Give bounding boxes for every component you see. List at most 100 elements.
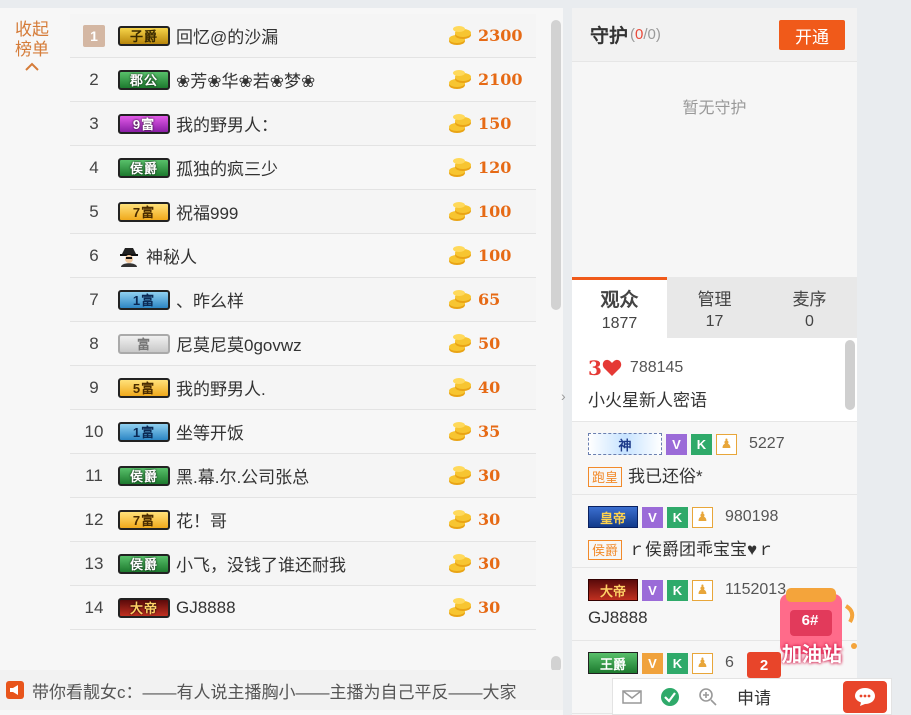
- ticker-bar: 带你看靓女c：——有人说主播胸小——主播为自己平反——大家: [0, 670, 563, 710]
- audience-item[interactable]: 3 788145 小火星新人密语: [572, 338, 857, 422]
- promo-number: 6#: [801, 612, 819, 629]
- score: 120: [478, 158, 512, 177]
- ranking-panel: 收起 榜单 1 子爵 回忆@的沙漏 2300 2 郡公 ❀芳❀华❀若❀梦❀ 2100 3 9富 我的…: [0, 8, 566, 715]
- ranking-row[interactable]: 1 子爵 回忆@的沙漏 2300: [70, 14, 536, 58]
- user-name[interactable]: 孤独的疯三少: [176, 155, 448, 180]
- score: 30: [478, 554, 501, 573]
- score: 30: [478, 466, 501, 485]
- ranking-row[interactable]: 10 1富 坐等开饭 35: [70, 410, 536, 454]
- check-circle-icon[interactable]: [651, 678, 689, 715]
- k-badge-icon: K: [667, 579, 688, 601]
- user-name[interactable]: 、昨么样: [176, 287, 448, 312]
- collapse-label-2: 榜单: [15, 40, 49, 59]
- user-icon: ♟: [692, 579, 713, 601]
- score: 40: [478, 378, 501, 397]
- ranking-row[interactable]: 7 1富 、昨么样 65: [70, 278, 536, 322]
- rank-number: 5: [89, 201, 99, 221]
- score: 50: [478, 334, 501, 353]
- rank-number: 13: [84, 553, 104, 573]
- ranking-row[interactable]: 2 郡公 ❀芳❀华❀若❀梦❀ 2100: [70, 58, 536, 102]
- user-name[interactable]: 小飞，没钱了谁还耐我: [176, 551, 448, 576]
- audience-item[interactable]: 神 V K ♟ 5227 跑皇 我已还俗*: [572, 422, 857, 495]
- mystery-user-icon: [118, 245, 140, 267]
- apply-button[interactable]: 申请: [737, 684, 843, 709]
- megaphone-icon: [6, 681, 24, 699]
- mail-icon[interactable]: [613, 678, 651, 715]
- open-guard-button[interactable]: 开通: [779, 20, 845, 50]
- user-icon: ♟: [716, 433, 737, 455]
- audience-scrollbar[interactable]: [845, 340, 855, 410]
- coin-icon: [448, 157, 472, 179]
- ticker-text: 带你看靓女c：——有人说主播胸小——主播为自己平反——大家: [32, 682, 517, 702]
- audience-id: 6: [725, 654, 734, 671]
- ranking-row[interactable]: 6 神秘人 100: [70, 234, 536, 278]
- collapse-ranking-button[interactable]: 收起 榜单: [10, 20, 54, 72]
- ranking-row[interactable]: 4 侯爵 孤独的疯三少 120: [70, 146, 536, 190]
- ranking-scrollbar[interactable]: [551, 20, 561, 310]
- rank-badge: 郡公: [118, 69, 170, 90]
- rank-number: 9: [89, 377, 99, 397]
- vip-icon: V: [666, 433, 687, 455]
- tab-mic-queue-label: 麦序: [792, 290, 827, 309]
- heart-icon: [602, 359, 622, 376]
- user-name[interactable]: 回忆@的沙漏: [176, 23, 448, 48]
- user-name[interactable]: 坐等开饭: [176, 419, 448, 444]
- rank-badge: 侯爵: [118, 553, 170, 574]
- score: 150: [478, 114, 512, 133]
- chevron-right-icon[interactable]: ›: [561, 388, 566, 404]
- score: 65: [478, 290, 501, 309]
- user-name[interactable]: 黑.幕.尔.公司张总: [176, 463, 448, 488]
- rank-number: 3: [89, 113, 99, 133]
- rank-badge: 5富: [118, 377, 170, 398]
- rank-number: 2: [89, 69, 99, 89]
- chevron-up-icon: [25, 62, 39, 71]
- tab-admin[interactable]: 管理 17: [667, 277, 762, 338]
- user-name[interactable]: ❀芳❀华❀若❀梦❀: [176, 67, 448, 92]
- ranking-row[interactable]: 8 富尼莫尼莫0govwz 50: [70, 322, 536, 366]
- rank-badge: 侯爵: [118, 157, 170, 178]
- coin-icon: [448, 553, 472, 575]
- tab-audience[interactable]: 观众 1877: [572, 277, 667, 338]
- audience-message-row: 跑皇 我已还俗*: [588, 462, 841, 487]
- notification-badge[interactable]: 2: [747, 652, 781, 678]
- ranking-row[interactable]: 3 9富 我的野男人： 150: [70, 102, 536, 146]
- ranking-row[interactable]: 11 侯爵 黑.幕.尔.公司张总 30: [70, 454, 536, 498]
- user-name[interactable]: 尼莫尼莫0govwz: [176, 331, 448, 356]
- title-tag: 跑皇: [588, 466, 623, 487]
- coin-icon: [448, 289, 472, 311]
- rank-badge: 大帝: [588, 579, 638, 601]
- ranking-list: 1 子爵 回忆@的沙漏 2300 2 郡公 ❀芳❀华❀若❀梦❀ 2100 3 9富 我的野男人： 15…: [70, 14, 536, 630]
- ranking-row[interactable]: 5 7富 祝福999 100: [70, 190, 536, 234]
- rank-number: 6: [89, 245, 99, 265]
- user-name[interactable]: 花！哥: [176, 507, 448, 532]
- user-name[interactable]: 我的野男人：: [176, 111, 448, 136]
- rank-badge: 神: [588, 433, 662, 455]
- level-number: 3: [588, 356, 602, 380]
- rank-badge: 9富: [118, 113, 170, 134]
- guard-count: (0/0): [630, 26, 661, 43]
- ranking-row[interactable]: 14 大帝 GJ8888 30: [70, 586, 536, 630]
- audience-id: 980198: [725, 508, 779, 525]
- user-name[interactable]: GJ8888: [176, 598, 448, 618]
- ranking-row[interactable]: 9 5富 我的野男人. 40: [70, 366, 536, 410]
- audience-item[interactable]: 皇帝 V K ♟ 980198 侯爵 ｒ侯爵团乖宝宝♥ｒ: [572, 495, 857, 568]
- coin-icon: [448, 597, 472, 619]
- user-name[interactable]: 祝福999: [176, 199, 448, 224]
- rank-badge: 大帝: [118, 597, 170, 618]
- audience-message-row: 侯爵 ｒ侯爵团乖宝宝♥ｒ: [588, 535, 841, 560]
- chat-bubble-icon[interactable]: [843, 680, 887, 713]
- zoom-in-icon[interactable]: [689, 678, 727, 715]
- coin-icon: [448, 25, 472, 47]
- rank-number: 12: [84, 509, 104, 529]
- ranking-row[interactable]: 12 7富 花！哥 30: [70, 498, 536, 542]
- ranking-row[interactable]: 13 侯爵 小飞，没钱了谁还耐我 30: [70, 542, 536, 586]
- coin-icon: [448, 377, 472, 399]
- vip-icon: V: [642, 579, 663, 601]
- rank-badge: 7富: [118, 201, 170, 222]
- user-name[interactable]: 神秘人: [146, 243, 448, 268]
- rank-badge: 富: [118, 333, 170, 354]
- tab-mic-queue[interactable]: 麦序 0: [762, 277, 857, 338]
- user-name[interactable]: 我的野男人.: [176, 375, 448, 400]
- audience-message: ｒ侯爵团乖宝宝♥ｒ: [628, 540, 775, 559]
- user-icon: ♟: [692, 652, 713, 674]
